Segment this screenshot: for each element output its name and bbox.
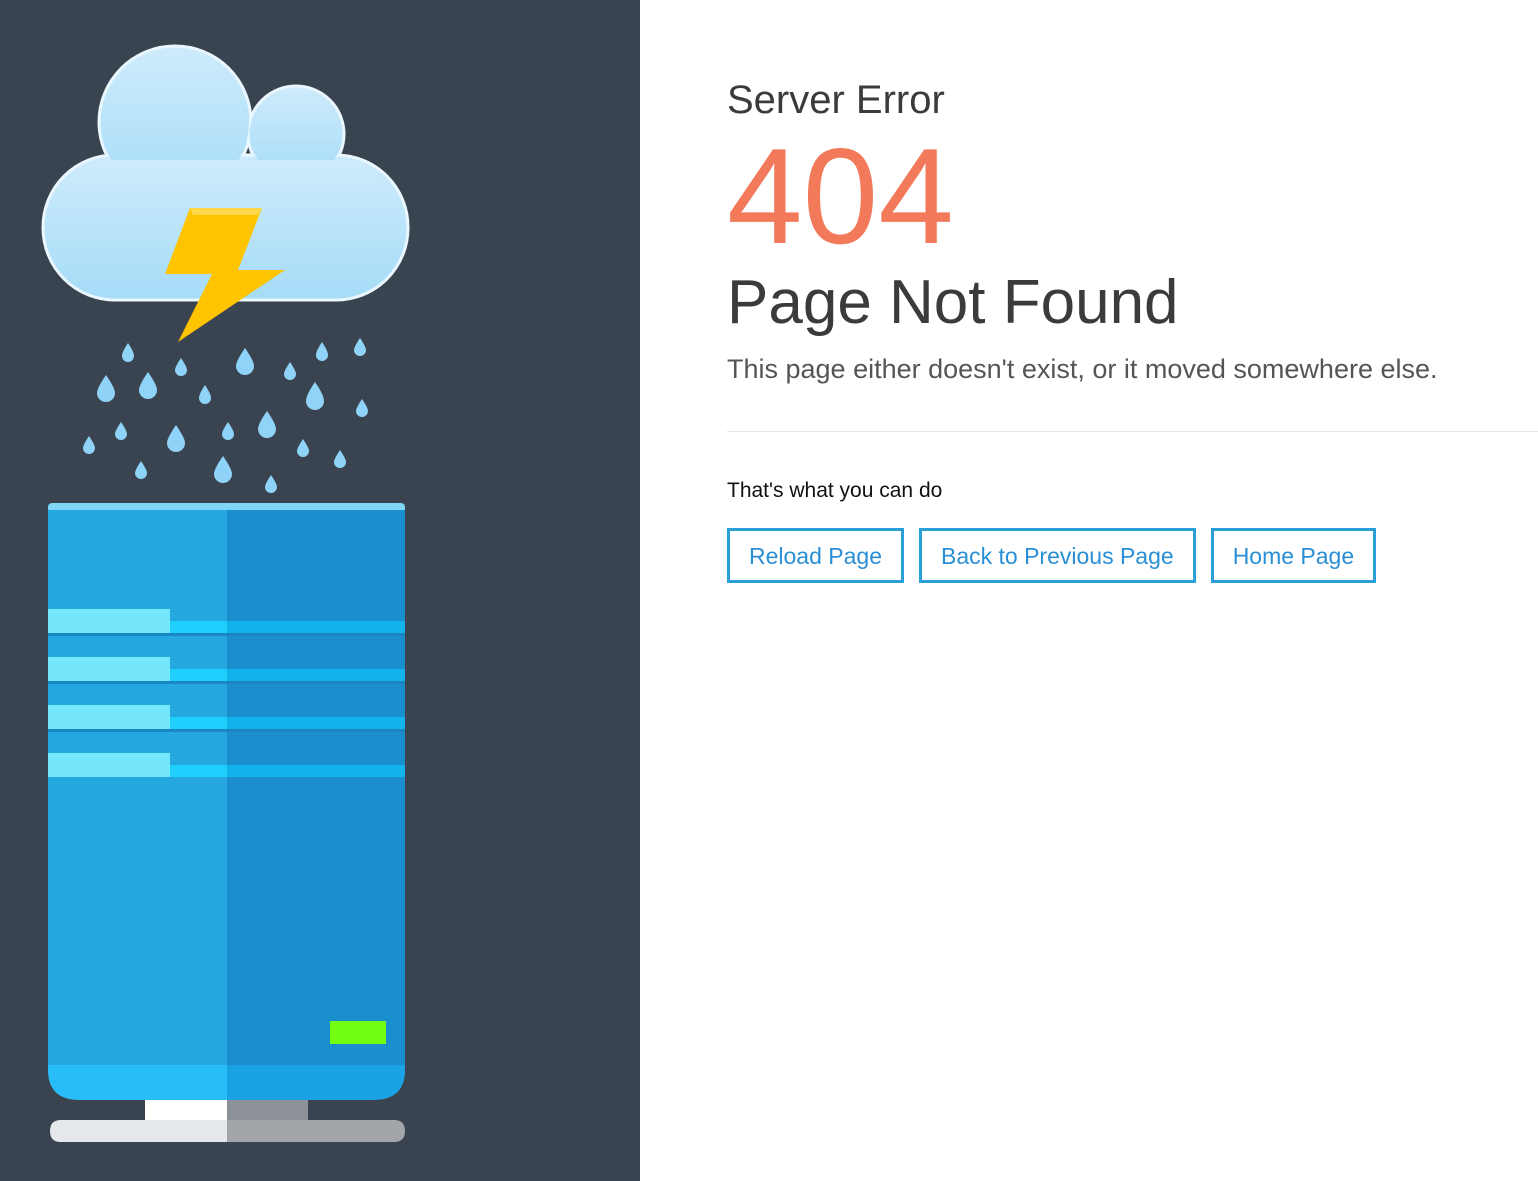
back-to-previous-page-button[interactable]: Back to Previous Page — [919, 528, 1196, 583]
rain-drop-icon — [83, 338, 368, 493]
error-description: This page either doesn't exist, or it mo… — [727, 354, 1438, 384]
message-panel: Server Error 404 Page Not Found This pag… — [640, 0, 1538, 1181]
reload-page-button[interactable]: Reload Page — [727, 528, 904, 583]
error-code: 404 — [727, 120, 954, 272]
server-storm-illustration — [41, 44, 410, 1142]
page-title: Page Not Found — [727, 268, 1179, 337]
divider — [727, 431, 1538, 432]
action-buttons: Reload Page Back to Previous Page Home P… — [727, 528, 1538, 583]
error-content: Server Error 404 Page Not Found This pag… — [727, 76, 1538, 583]
error-subtitle: Server Error — [727, 78, 945, 122]
error-page: Server Error 404 Page Not Found This pag… — [0, 0, 1538, 1181]
home-page-button[interactable]: Home Page — [1210, 528, 1377, 583]
illustration-panel — [0, 0, 640, 1181]
server-icon — [48, 503, 405, 1142]
status-light — [330, 1021, 386, 1044]
actions-label: That's what you can do — [727, 479, 943, 502]
